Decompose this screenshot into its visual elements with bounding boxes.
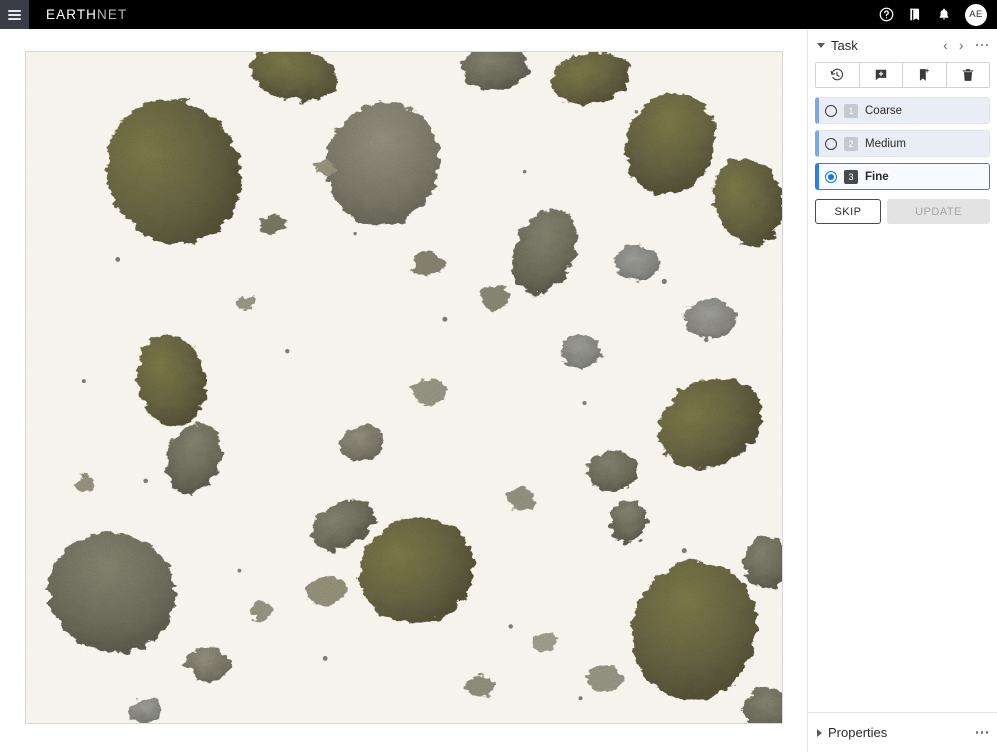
radio-icon-coarse[interactable] [825, 105, 837, 117]
book-icon[interactable] [907, 7, 923, 23]
delete-trash-icon[interactable] [947, 63, 990, 87]
hamburger-menu-button[interactable] [0, 0, 29, 29]
properties-title: Properties [828, 725, 887, 740]
previous-task-button[interactable]: ‹ [943, 38, 948, 52]
help-icon[interactable] [878, 7, 894, 23]
option-row-fine[interactable]: 3 Fine [815, 163, 990, 190]
sediment-image-frame[interactable] [25, 51, 783, 724]
option-row-medium[interactable]: 2 Medium [815, 130, 990, 157]
task-panel: Task ‹ › [807, 29, 997, 752]
properties-header-actions [975, 728, 990, 737]
option-number-badge: 2 [844, 137, 858, 151]
application-root: EARTHNET [0, 0, 997, 752]
panel-spacer [808, 224, 997, 712]
task-panel-header-actions: ‹ › [943, 38, 989, 52]
skip-button[interactable]: SKIP [815, 199, 881, 224]
brand-name-primary: EARTH [46, 7, 97, 22]
task-panel-header: Task ‹ › [808, 31, 997, 59]
sediment-sample-photograph [26, 52, 782, 723]
task-toolbar [815, 62, 990, 88]
chevron-right-icon[interactable] [817, 729, 822, 737]
radio-icon-fine[interactable] [825, 171, 837, 183]
avatar-initials: AE [969, 9, 982, 20]
option-label-fine: Fine [865, 171, 889, 183]
top-bar: EARTHNET [0, 0, 997, 29]
avatar[interactable]: AE [965, 4, 987, 26]
option-label-medium: Medium [865, 138, 906, 150]
top-bar-actions: AE [878, 4, 997, 26]
option-label-coarse: Coarse [865, 105, 902, 117]
add-bookmark-icon[interactable] [903, 63, 947, 87]
add-comment-icon[interactable] [860, 63, 904, 87]
option-number-badge: 3 [844, 170, 858, 184]
task-options-list: 1 Coarse 2 Medium 3 Fine [815, 97, 990, 190]
next-task-button[interactable]: › [959, 38, 964, 52]
option-number-badge: 1 [844, 104, 858, 118]
radio-icon-medium[interactable] [825, 138, 837, 150]
option-row-coarse[interactable]: 1 Coarse [815, 97, 990, 124]
brand-name-secondary: NET [97, 7, 127, 22]
task-panel-title: Task [831, 38, 858, 53]
properties-more-menu[interactable] [975, 728, 990, 737]
task-panel-more-menu[interactable] [975, 41, 990, 50]
image-canvas[interactable] [0, 29, 807, 752]
notifications-bell-icon[interactable] [936, 7, 952, 23]
chevron-down-icon[interactable] [817, 43, 825, 48]
properties-section-header: Properties [808, 712, 997, 752]
task-action-buttons: SKIP UPDATE [815, 199, 990, 224]
main-body: Task ‹ › [0, 29, 997, 752]
hamburger-icon [8, 10, 21, 20]
history-icon[interactable] [816, 63, 860, 87]
update-button: UPDATE [887, 199, 990, 224]
brand-logo: EARTHNET [46, 7, 127, 22]
